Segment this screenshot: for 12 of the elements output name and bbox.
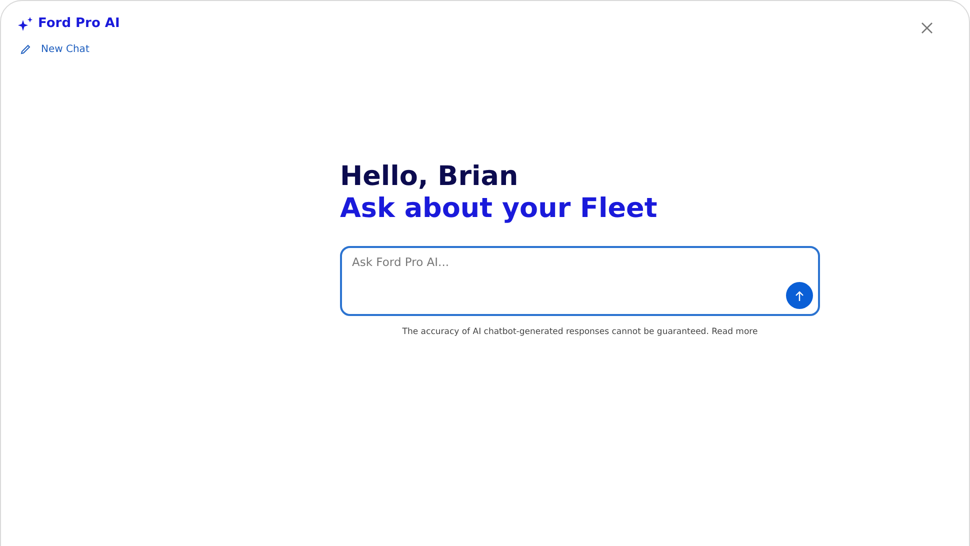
arrow-up-icon [795,290,804,300]
read-more-link[interactable]: Read more [712,327,758,337]
new-chat-button[interactable]: New Chat [20,42,90,57]
sparkle-icon [17,17,34,31]
prompt-field[interactable]: Ask Ford Pro AI... [340,246,820,316]
app-title: Ford Pro AI [38,15,120,34]
pencil-icon [20,44,31,55]
fleet-heading: Ask about your Fleet [340,193,658,225]
send-button[interactable] [786,282,813,309]
greeting-heading: Hello, Brian [340,161,520,193]
close-button[interactable] [919,20,935,36]
disclaimer-text: The accuracy of AI chatbot-generated responses cannot be guaranteed. Read more [401,326,759,339]
